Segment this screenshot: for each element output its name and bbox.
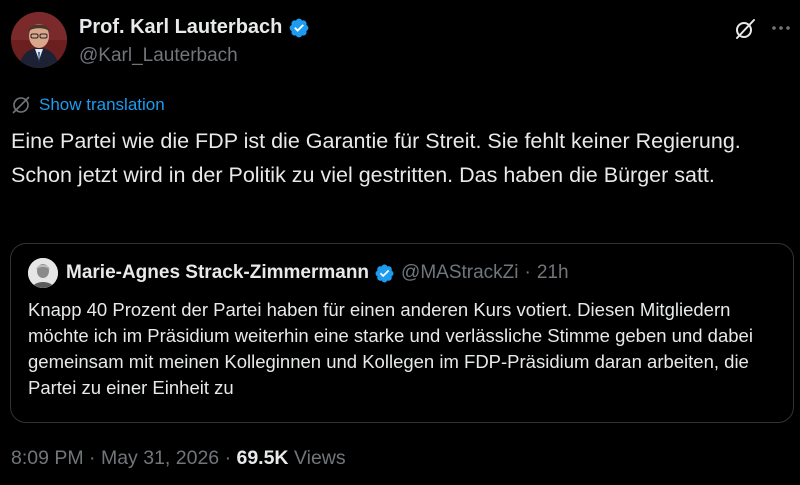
quote-author-handle[interactable]: @MAStrackZi bbox=[401, 262, 518, 284]
quote-author-name[interactable]: Marie-Agnes Strack-Zimmermann bbox=[66, 262, 369, 284]
quote-verified-badge-icon bbox=[375, 264, 394, 282]
tweet-time[interactable]: 8:09 PM bbox=[11, 447, 84, 469]
show-translation-link[interactable]: Show translation bbox=[11, 95, 165, 115]
author-name[interactable]: Prof. Karl Lauterbach bbox=[79, 16, 282, 39]
views-label: Views bbox=[293, 447, 346, 469]
quoted-tweet[interactable]: Marie-Agnes Strack-Zimmermann @MAStrackZ… bbox=[10, 243, 794, 423]
show-translation-label[interactable]: Show translation bbox=[39, 95, 165, 115]
verified-badge-icon bbox=[289, 18, 309, 37]
author-avatar[interactable] bbox=[11, 12, 67, 68]
quote-separator: · bbox=[524, 262, 531, 283]
quote-author-avatar[interactable] bbox=[28, 258, 58, 288]
grok-button[interactable] bbox=[733, 17, 757, 41]
meta-separator-2: · bbox=[224, 447, 232, 469]
meta-separator-1: · bbox=[89, 447, 96, 469]
more-icon bbox=[772, 26, 790, 30]
quote-header: Marie-Agnes Strack-Zimmermann @MAStrackZ… bbox=[66, 262, 569, 284]
tweet: Prof. Karl Lauterbach @Karl_Lauterbach S… bbox=[0, 0, 800, 485]
more-options-button[interactable] bbox=[770, 17, 792, 39]
quote-text: Knapp 40 Prozent der Partei haben für ei… bbox=[28, 299, 753, 398]
globe-icon bbox=[12, 96, 30, 114]
tweet-meta: 8:09 PM · May 31, 2026 · 69.5K Views bbox=[11, 447, 346, 470]
author-name-row[interactable]: Prof. Karl Lauterbach bbox=[79, 16, 310, 39]
author-handle[interactable]: @Karl_Lauterbach bbox=[79, 45, 238, 67]
quote-avatar-image bbox=[28, 258, 58, 288]
tweet-date[interactable]: May 31, 2026 bbox=[101, 447, 219, 469]
quote-timestamp[interactable]: 21h bbox=[537, 262, 569, 284]
author-avatar-image bbox=[11, 12, 67, 68]
views-count[interactable]: 69.5K bbox=[236, 447, 288, 469]
tweet-text: Eine Partei wie die FDP ist die Garantie… bbox=[11, 129, 741, 187]
grok-icon bbox=[736, 19, 755, 39]
